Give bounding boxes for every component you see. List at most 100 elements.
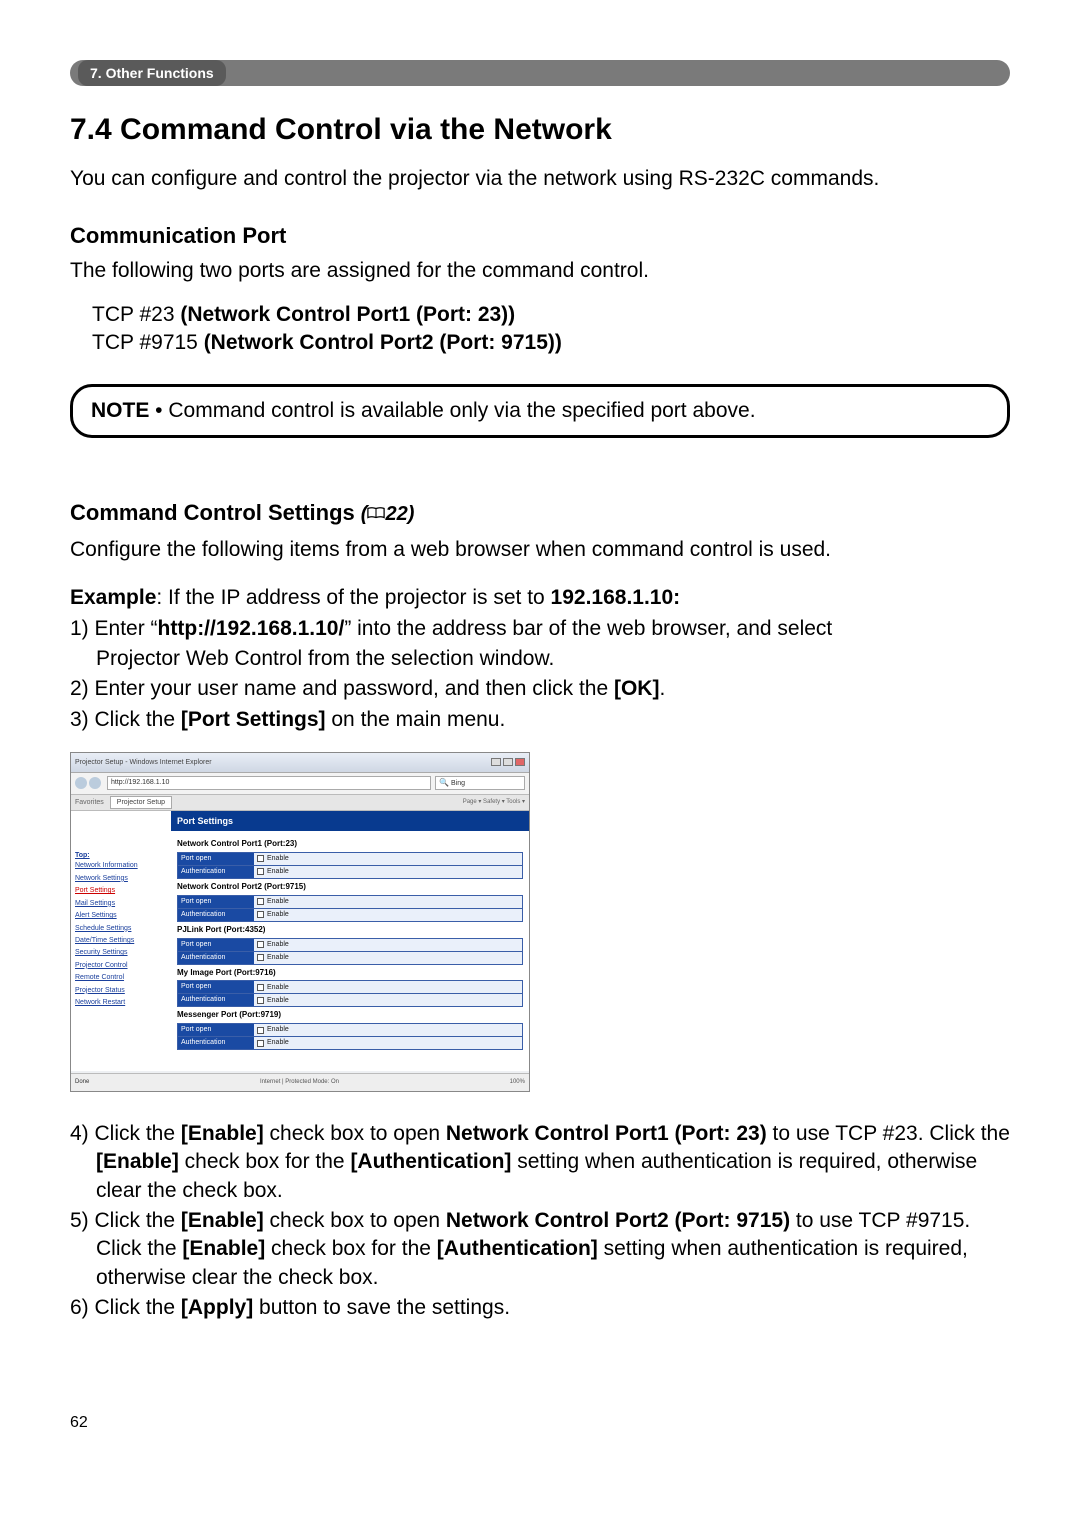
sidebar-item[interactable]: Remote Control [75, 973, 167, 982]
step-text: on the main menu. [326, 708, 506, 731]
min-button[interactable] [491, 758, 501, 766]
step-num: 4) [70, 1122, 95, 1145]
port-line-2-bold: (Network Control Port2 (Port: 9715)) [204, 331, 562, 354]
sidebar-top[interactable]: Top: [75, 851, 167, 860]
step-text: button to save the settings. [253, 1296, 510, 1319]
status-bar: Done Internet | Protected Mode: On 100% [71, 1073, 529, 1091]
step-bold: [Apply] [181, 1296, 253, 1319]
step-bold: [Port Settings] [181, 708, 326, 731]
setting-name: Authentication [178, 952, 254, 964]
panel-title: Port Settings [171, 811, 529, 831]
sidebar-item[interactable]: Projector Status [75, 986, 167, 995]
ccs-heading-row: Command Control Settings (22) [70, 498, 1010, 528]
ccs-ref-close: ) [408, 503, 415, 525]
step-bold: Network Control Port2 (Port: 9715) [446, 1209, 790, 1232]
setting-value: Enable [254, 981, 522, 993]
step-text: check box for the [179, 1150, 351, 1173]
ccs-step-1: 1) Enter “http://192.168.1.10/” into the… [70, 615, 1010, 643]
sidebar-item[interactable]: Date/Time Settings [75, 936, 167, 945]
step-bold: [Authentication] [437, 1237, 598, 1260]
port-line-1: TCP #23 (Network Control Port1 (Port: 23… [92, 301, 1010, 329]
group-label: Network Control Port2 (Port:9715) [177, 882, 523, 893]
note-box: NOTE • Command control is available only… [70, 384, 1010, 438]
step-text: Click the [95, 708, 181, 731]
toolbar-menus[interactable]: Page ▾ Safety ▾ Tools ▾ [463, 798, 525, 806]
port-list: TCP #23 (Network Control Port1 (Port: 23… [70, 301, 1010, 358]
search-input[interactable]: 🔍Bing [435, 776, 525, 790]
step-bold: [Enable] [181, 1209, 264, 1232]
sidebar-item[interactable]: Mail Settings [75, 899, 167, 908]
enable-checkbox[interactable] [257, 997, 264, 1004]
setting-value: Enable [254, 909, 522, 921]
ccs-step-3: 3) Click the [Port Settings] on the main… [70, 706, 1010, 734]
setting-row: Port openEnable [177, 980, 523, 994]
setting-row: Port openEnable [177, 938, 523, 952]
setting-value: Enable [254, 939, 522, 951]
step-bold: http://192.168.1.10/ [158, 617, 345, 640]
step-text: Click the [95, 1209, 181, 1232]
step-text: check box for the [265, 1237, 437, 1260]
setting-value: Enable [254, 952, 522, 964]
group-label: Messenger Port (Port:9719) [177, 1010, 523, 1021]
enable-checkbox[interactable] [257, 898, 264, 905]
step-text: Enter “ [95, 617, 158, 640]
enable-checkbox[interactable] [257, 954, 264, 961]
setting-name: Authentication [178, 909, 254, 921]
note-label: NOTE [91, 399, 149, 422]
browser-tab[interactable]: Projector Setup [110, 796, 172, 809]
group-label: PJLink Port (Port:4352) [177, 925, 523, 936]
step-bold: Network Control Port1 (Port: 23) [446, 1122, 767, 1145]
sidebar-item[interactable]: Port Settings [75, 886, 167, 895]
note-text: Command control is available only via th… [168, 399, 755, 422]
sidebar-item[interactable]: Security Settings [75, 948, 167, 957]
enable-checkbox[interactable] [257, 855, 264, 862]
ccs-step-2: 2) Enter your user name and password, an… [70, 675, 1010, 703]
setting-name: Authentication [178, 994, 254, 1006]
enable-checkbox[interactable] [257, 1027, 264, 1034]
group-label: Network Control Port1 (Port:23) [177, 839, 523, 850]
sidebar-item[interactable]: Network Settings [75, 874, 167, 883]
window-titlebar: Projector Setup - Windows Internet Explo… [71, 753, 529, 773]
status-left: Done [75, 1078, 89, 1086]
step-num: 2) [70, 677, 95, 700]
sidebar-item[interactable]: Alert Settings [75, 911, 167, 920]
enable-checkbox[interactable] [257, 941, 264, 948]
search-placeholder: Bing [451, 779, 465, 788]
setting-value-text: Enable [267, 996, 289, 1005]
enable-checkbox[interactable] [257, 911, 264, 918]
step-num: 3) [70, 708, 95, 731]
enable-checkbox[interactable] [257, 984, 264, 991]
step-bold: [OK] [614, 677, 660, 700]
setting-name: Port open [178, 1024, 254, 1036]
forward-button[interactable] [89, 777, 101, 789]
step-num: 6) [70, 1296, 95, 1319]
tab-bar: Favorites Projector Setup Page ▾ Safety … [71, 795, 529, 811]
setting-row: Port openEnable [177, 852, 523, 866]
url-input[interactable]: http://192.168.1.10 [107, 776, 431, 790]
port-line-1-prefix: TCP #23 [92, 303, 180, 326]
back-button[interactable] [75, 777, 87, 789]
status-zoom[interactable]: 100% [510, 1078, 525, 1086]
enable-checkbox[interactable] [257, 868, 264, 875]
sidebar-item[interactable]: Schedule Settings [75, 924, 167, 933]
setting-name: Port open [178, 981, 254, 993]
close-button[interactable] [515, 758, 525, 766]
setting-row: Port openEnable [177, 895, 523, 909]
sidebar-item[interactable]: Projector Control [75, 961, 167, 970]
ccs-lead: Configure the following items from a web… [70, 536, 1010, 564]
max-button[interactable] [503, 758, 513, 766]
favorites-label[interactable]: Favorites [75, 798, 104, 807]
step-bold: [Enable] [182, 1237, 265, 1260]
step-text: Click the [95, 1296, 181, 1319]
ccs-step: 5) Click the [Enable] check box to open … [70, 1207, 1010, 1292]
sidebar-item[interactable]: Network Information [75, 861, 167, 870]
enable-checkbox[interactable] [257, 1040, 264, 1047]
setting-value-text: Enable [267, 867, 289, 876]
setting-name: Port open [178, 853, 254, 865]
window-title: Projector Setup - Windows Internet Explo… [75, 758, 212, 767]
step-num: 5) [70, 1209, 95, 1232]
setting-value: Enable [254, 994, 522, 1006]
section-title: 7.4 Command Control via the Network [70, 110, 1010, 151]
book-icon [367, 501, 385, 528]
sidebar-item[interactable]: Network Restart [75, 998, 167, 1007]
